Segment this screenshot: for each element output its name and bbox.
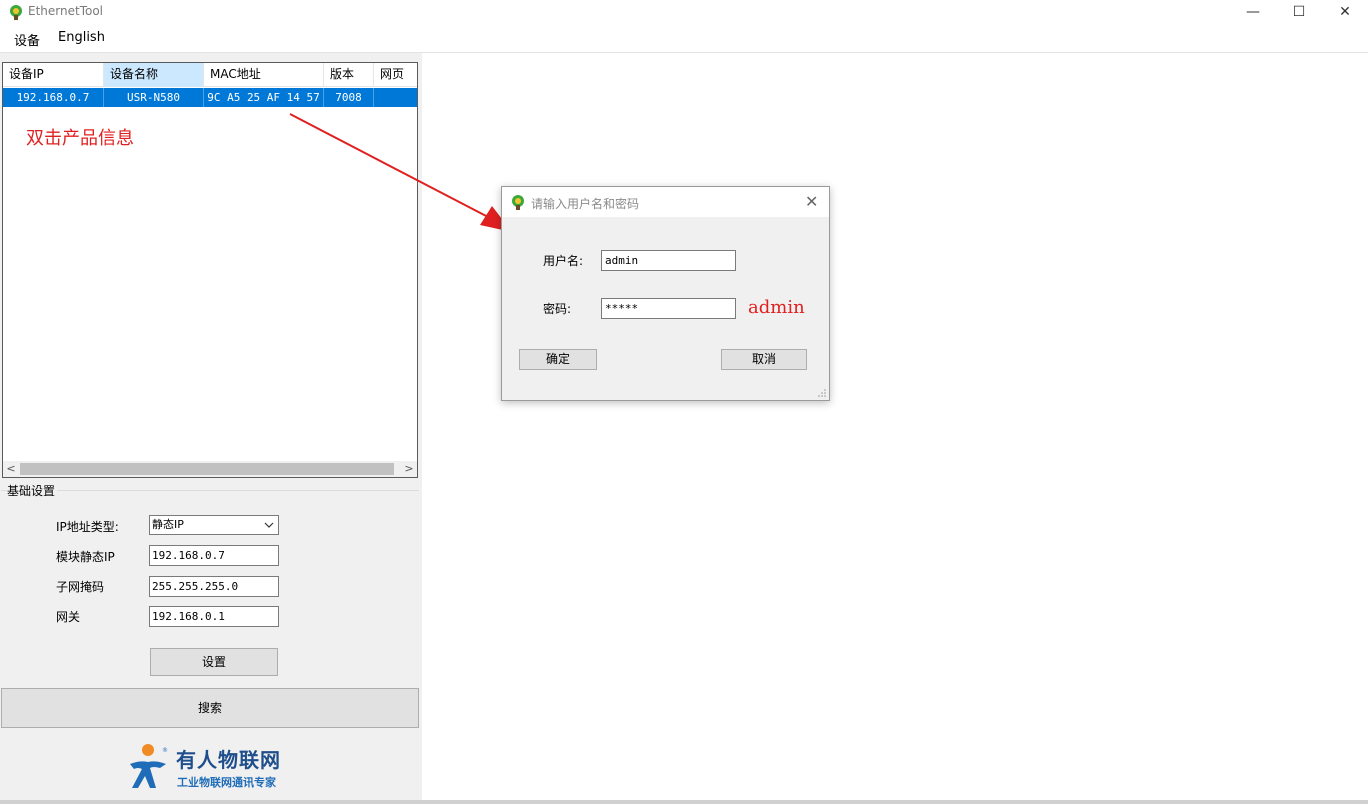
- search-button[interactable]: 搜索: [1, 688, 419, 728]
- basic-settings-title: 基础设置: [7, 482, 58, 499]
- ip-type-value: 静态IP: [152, 518, 184, 531]
- static-ip-input[interactable]: 192.168.0.7: [149, 545, 279, 566]
- resize-grip-icon[interactable]: [817, 388, 827, 398]
- cell-version: 7008: [324, 88, 374, 107]
- logo-tagline: 工业物联网通讯专家: [177, 776, 276, 789]
- menu-bar: 设备 English: [0, 26, 1368, 52]
- cell-mac: 9C A5 25 AF 14 57: [204, 88, 324, 107]
- svg-text:®: ®: [162, 747, 168, 754]
- close-button[interactable]: ✕: [1322, 0, 1368, 26]
- device-list-header: 设备IP 设备名称 MAC地址 版本 网页: [3, 63, 417, 87]
- chevron-down-icon: [264, 522, 274, 528]
- login-dialog-titlebar: 请输入用户名和密码 ✕: [502, 187, 829, 217]
- gateway-label: 网关: [56, 610, 81, 624]
- subnet-mask-input[interactable]: 255.255.255.0: [149, 576, 279, 597]
- minimize-button[interactable]: —: [1230, 0, 1276, 26]
- window-bottom-edge: [0, 800, 1368, 804]
- maximize-button[interactable]: ☐: [1276, 0, 1322, 26]
- static-ip-label: 模块静态IP: [56, 550, 115, 564]
- cell-ip: 192.168.0.7: [3, 88, 104, 107]
- cancel-button[interactable]: 取消: [721, 349, 807, 370]
- dialog-close-button[interactable]: ✕: [805, 192, 818, 211]
- scroll-right-arrow-icon[interactable]: >: [401, 461, 417, 477]
- gateway-input[interactable]: 192.168.0.1: [149, 606, 279, 627]
- double-click-annotation: 双击产品信息: [26, 128, 134, 149]
- column-header-ip[interactable]: 设备IP: [3, 63, 104, 87]
- login-dialog: 请输入用户名和密码 ✕ 用户名: admin 密码: ***** 确定 取消: [501, 186, 830, 401]
- scrollbar-thumb[interactable]: [20, 463, 394, 475]
- column-header-web[interactable]: 网页: [374, 63, 417, 87]
- menu-device[interactable]: 设备: [14, 30, 40, 49]
- cell-name: USR-N580: [104, 88, 204, 107]
- username-input[interactable]: admin: [601, 250, 736, 271]
- app-icon: [10, 5, 22, 20]
- cell-web: [374, 88, 417, 107]
- title-bar: EthernetTool — ☐ ✕: [0, 0, 1368, 26]
- login-dialog-title: 请输入用户名和密码: [531, 197, 640, 211]
- ok-button[interactable]: 确定: [519, 349, 597, 370]
- menu-english[interactable]: English: [58, 30, 105, 45]
- app-icon: [512, 195, 524, 210]
- ip-type-label: IP地址类型:: [56, 520, 119, 534]
- username-label: 用户名:: [543, 254, 584, 268]
- subnet-mask-label: 子网掩码: [56, 580, 105, 594]
- horizontal-scrollbar[interactable]: < >: [3, 461, 417, 477]
- password-hint-annotation: admin: [748, 297, 805, 318]
- set-button[interactable]: 设置: [150, 648, 278, 676]
- column-header-mac[interactable]: MAC地址: [204, 63, 324, 87]
- table-row[interactable]: 192.168.0.7 USR-N580 9C A5 25 AF 14 57 7…: [3, 88, 417, 107]
- password-input[interactable]: *****: [601, 298, 736, 319]
- ip-type-select[interactable]: 静态IP: [149, 515, 279, 535]
- logo-brand-name: 有人物联网: [176, 748, 281, 772]
- column-header-name[interactable]: 设备名称: [104, 63, 204, 87]
- column-header-version[interactable]: 版本: [324, 63, 374, 87]
- right-panel: [422, 53, 1368, 801]
- scroll-left-arrow-icon[interactable]: <: [3, 461, 19, 477]
- window-title: EthernetTool: [28, 4, 103, 18]
- password-label: 密码:: [543, 302, 572, 316]
